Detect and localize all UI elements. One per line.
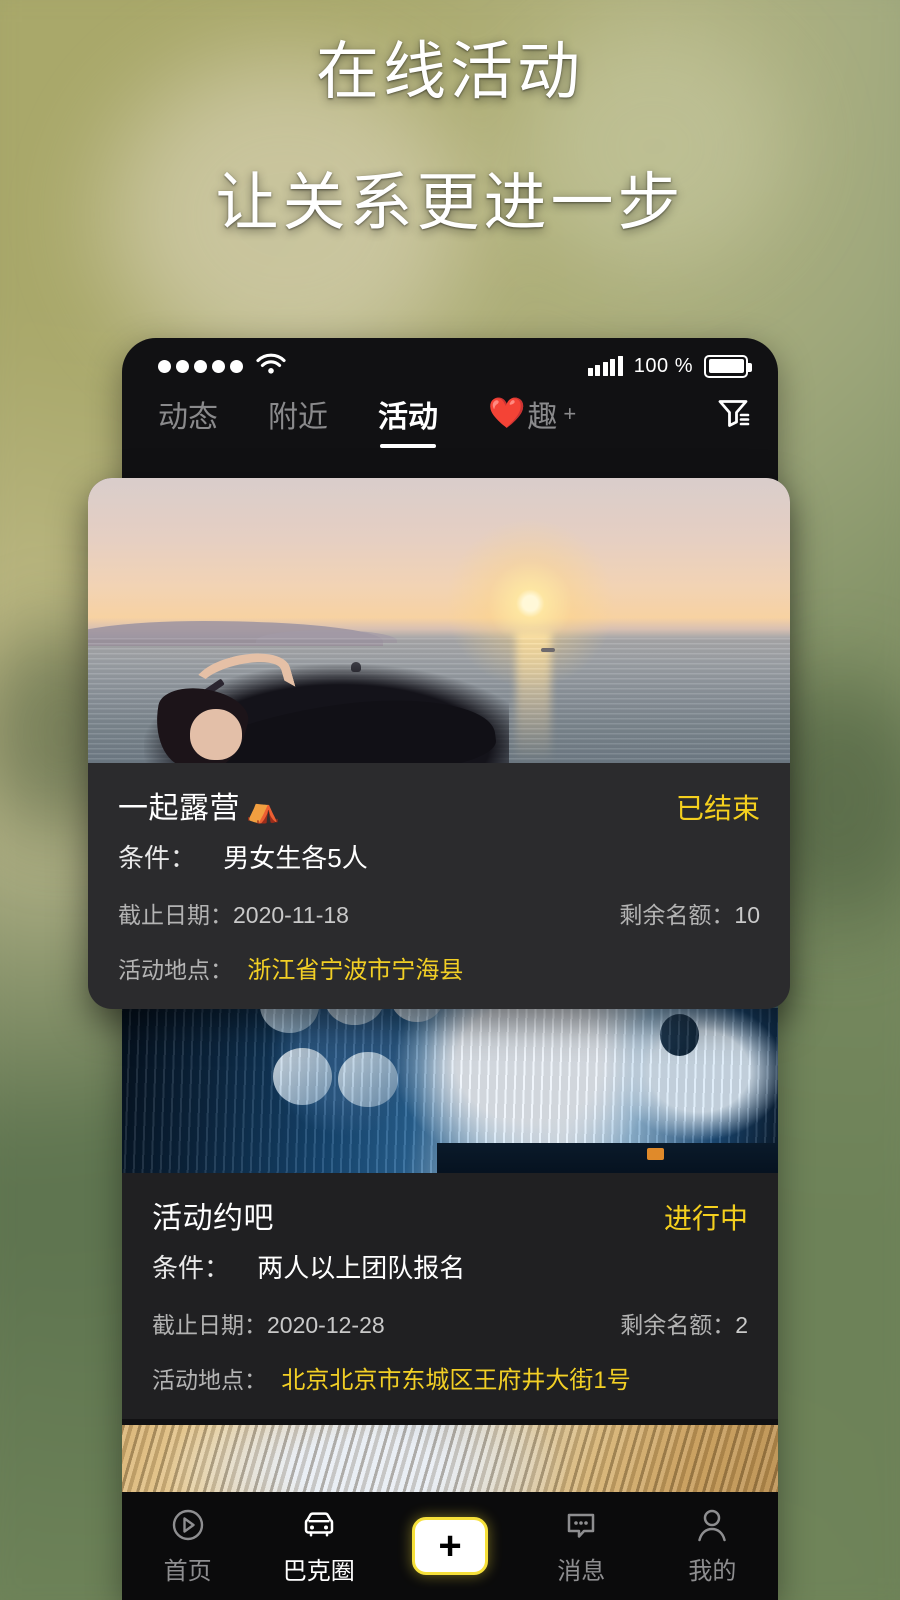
plus-icon: + xyxy=(438,1524,462,1568)
location-value: 浙江省宁波市宁海县 xyxy=(247,957,464,984)
nav-label: 首页 xyxy=(163,1558,212,1585)
nav-label: 我的 xyxy=(688,1558,737,1585)
headline-line-2: 让关系更进一步 xyxy=(215,167,685,238)
tab-fun-label: 趣 xyxy=(527,401,558,434)
location-label: 活动地点： xyxy=(118,957,233,983)
deadline-label: 截止日期： xyxy=(118,902,233,928)
remaining-label: 剩余名额： xyxy=(619,902,735,928)
location-value: 北京北京市东城区王府井大街1号 xyxy=(281,1367,631,1394)
signal-bars-icon xyxy=(587,355,623,376)
nav-item-messages[interactable]: 消息 xyxy=(516,1506,647,1586)
home-play-circle-icon xyxy=(170,1506,206,1544)
nav-item-profile[interactable]: 我的 xyxy=(647,1506,778,1586)
condition-label: 条件： xyxy=(152,1253,231,1283)
tab-fun-plus: + xyxy=(563,401,577,426)
tab-label: 活动 xyxy=(378,401,438,434)
deadline-value: 2020-11-18 xyxy=(233,902,349,928)
nav-item-add[interactable]: + xyxy=(384,1517,515,1575)
activity-card-2[interactable]: 活动约吧 进行中 条件： 两人以上团队报名 截止日期： 2020-12-28 剩… xyxy=(122,961,778,1419)
status-bar-left xyxy=(158,353,286,380)
remaining-value: 2 xyxy=(735,1312,748,1338)
battery-full-icon xyxy=(704,354,752,378)
active-tab-underline xyxy=(380,444,436,448)
car-icon xyxy=(300,1506,338,1544)
activity-title: 活动约吧 xyxy=(152,1202,274,1235)
condition-label: 条件： xyxy=(118,843,197,873)
location-label: 活动地点： xyxy=(152,1367,267,1393)
headline-line-1: 在线活动 xyxy=(316,37,584,107)
battery-percent-label: 100 % xyxy=(633,354,693,377)
nav-label: 消息 xyxy=(557,1558,606,1585)
tab-fun[interactable]: ❤️ 趣 + xyxy=(488,392,576,448)
chat-bubble-icon xyxy=(563,1506,599,1544)
sunset-ocean-photo xyxy=(88,478,790,763)
status-bar-right: 100 % xyxy=(587,354,752,378)
carrier-dots-icon xyxy=(158,359,243,373)
deadline-value: 2020-12-28 xyxy=(267,1312,385,1338)
tab-label: 动态 xyxy=(158,401,218,434)
activity-status-badge: 已结束 xyxy=(675,793,760,824)
wifi-icon xyxy=(256,353,286,380)
tent-icon: ⛺ xyxy=(246,794,281,824)
promo-headline: 在线活动 让关系更进一步 xyxy=(0,34,900,242)
nav-label: 巴克圈 xyxy=(282,1558,355,1585)
heart-icon: ❤️ xyxy=(488,397,526,430)
tab-huodong[interactable]: 活动 xyxy=(378,392,438,448)
top-tab-bar: 动态 附近 活动 ❤️ 趣 + xyxy=(122,386,778,464)
filter-button[interactable] xyxy=(714,392,752,437)
activity-title-text: 一起露营 xyxy=(118,792,240,825)
activity-card-1-floating[interactable]: 一起露营 ⛺ 已结束 条件： 男女生各5人 截止日期： 2020-11-18 剩余… xyxy=(88,478,790,1009)
deadline-label: 截止日期： xyxy=(152,1312,267,1338)
tab-label: 附近 xyxy=(268,401,328,434)
person-icon xyxy=(695,1506,729,1544)
activity-status-badge: 进行中 xyxy=(663,1203,748,1234)
activity-title: 一起露营 ⛺ xyxy=(118,783,280,827)
condition-value: 男女生各5人 xyxy=(223,843,368,873)
tab-dongtai[interactable]: 动态 xyxy=(158,392,218,448)
remaining-label: 剩余名额： xyxy=(620,1312,736,1338)
filter-funnel-icon xyxy=(714,400,752,436)
bottom-navigation-bar: 首页 巴克圈 + 消息 我的 xyxy=(122,1492,778,1600)
add-button[interactable]: + xyxy=(412,1517,488,1575)
remaining-value: 10 xyxy=(734,902,760,928)
nav-item-home[interactable]: 首页 xyxy=(122,1506,253,1586)
tab-fujin[interactable]: 附近 xyxy=(268,392,328,448)
nav-item-bakequan[interactable]: 巴克圈 xyxy=(253,1506,384,1586)
condition-value: 两人以上团队报名 xyxy=(257,1253,466,1283)
status-bar: 100 % xyxy=(122,338,778,386)
